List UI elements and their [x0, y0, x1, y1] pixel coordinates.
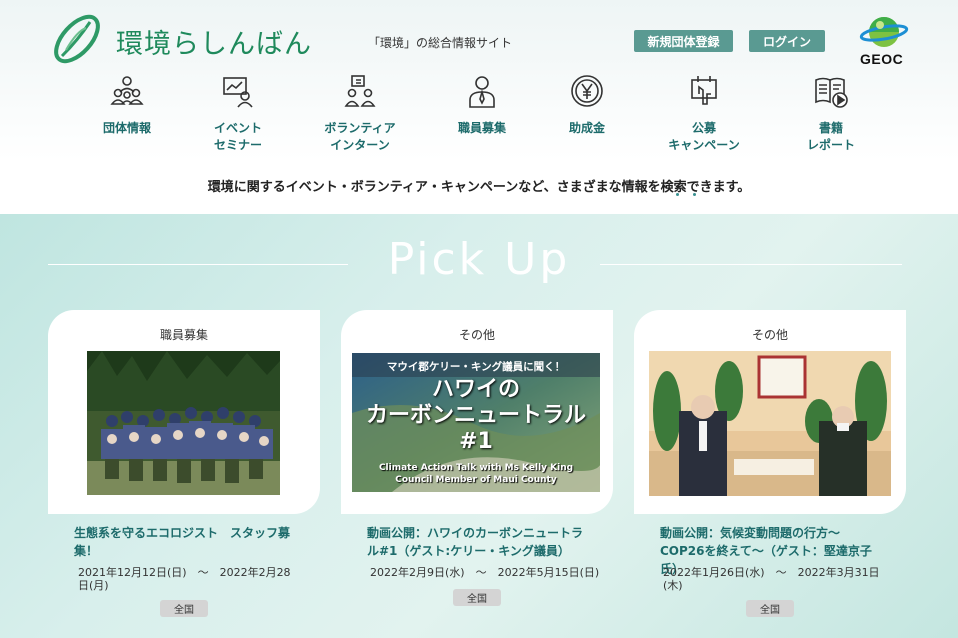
card-category: 職員募集: [159, 328, 208, 342]
site-logo[interactable]: 環境らしんばん: [48, 10, 358, 68]
staff-icon: [469, 76, 495, 108]
carousel-dots: [676, 193, 696, 199]
card-title-link[interactable]: 生態系を守るエコロジスト スタッフ募集！: [74, 524, 294, 560]
site-description: 環境に関するイベント・ボランティア・キャンペーンなど、さまざまな情報を検索できま…: [207, 180, 751, 195]
hawaii-video-thumbnail[interactable]: マウイ郡ケリー・キング議員に聞く！ ハワイの カーボンニュートラル #1 Cli…: [352, 353, 600, 492]
thumbnail-title-line3: #1: [459, 429, 493, 454]
site-header: 環境らしんばん 「環境」の総合情報サイト 新規団体登録 ログイン GEOC 団体…: [0, 0, 958, 214]
nav-item-volunteer[interactable]: ボランティア インターン: [305, 74, 415, 154]
campaign-icon: [691, 76, 717, 105]
card-title-link[interactable]: 動画公開：ハワイのカーボンニュートラル#1（ゲスト:ケリー・キング議員）: [367, 524, 587, 560]
group-icon: [110, 76, 144, 105]
interview-photo-image[interactable]: [649, 351, 891, 496]
nav-item-books-reports[interactable]: 書籍 レポート: [776, 74, 886, 154]
pickup-card-staff[interactable]: 職員募集: [48, 310, 320, 514]
thumbnail-subtitle-2: Council Member of Maui County: [395, 475, 557, 485]
nav-item-campaigns[interactable]: 公募 キャンペーン: [649, 74, 759, 154]
nav-item-events[interactable]: イベント セミナー: [183, 74, 293, 154]
carousel-dot[interactable]: [676, 193, 679, 196]
logo-text: 環境らしんばん: [116, 29, 312, 60]
site-tagline: 「環境」の総合情報サイト: [368, 36, 513, 50]
region-badge: 全国: [746, 600, 794, 617]
region-badge: 全国: [160, 600, 208, 617]
nav-label: イベント セミナー: [213, 121, 262, 152]
thumbnail-heading: マウイ郡ケリー・キング議員に聞く！: [386, 361, 566, 373]
leaf-logo-icon: [54, 14, 100, 64]
nav-label: 書籍 レポート: [806, 121, 855, 152]
pickup-card-hawaii-video[interactable]: その他 マウイ郡ケリー・キング議員に聞く！ ハワイの カーボンニュートラル #1…: [341, 310, 613, 514]
nav-label: 公募 キャンペーン: [668, 121, 740, 152]
card-date-range: 2021年12月12日(日) ～ 2022年2月28日(月): [78, 566, 291, 592]
nav-label: 助成金: [568, 121, 605, 135]
card-date-range: 2022年1月26日(水) ～ 2022年3月31日(木): [663, 566, 880, 592]
nav-label: ボランティア インターン: [324, 121, 396, 152]
group-photo-image[interactable]: [87, 351, 280, 495]
carousel-dot[interactable]: [693, 193, 696, 196]
region-badge: 全国: [453, 589, 501, 606]
register-organization-button[interactable]: 新規団体登録: [634, 30, 733, 52]
thumbnail-title-line2: カーボンニュートラル: [365, 403, 586, 428]
thumbnail-title-line1: ハワイの: [431, 377, 520, 402]
nav-label: 団体情報: [102, 121, 151, 135]
login-button[interactable]: ログイン: [749, 30, 825, 52]
nav-item-organizations[interactable]: 団体情報: [72, 74, 182, 137]
main-navigation: 団体情報 イベント セミナー ボランティア インターン 職員募集 助成金 公募 …: [0, 74, 958, 164]
pickup-heading: Pick Up: [387, 234, 571, 285]
yen-coin-icon: [571, 75, 603, 107]
card-date-range: 2022年2月9日(水) ～ 2022年5月15日(日): [370, 566, 600, 579]
thumbnail-subtitle-1: Climate Action Talk with Ms Kelly King: [378, 463, 574, 473]
nav-label: 職員募集: [457, 121, 506, 135]
volunteer-icon: [344, 75, 376, 107]
book-report-icon: [815, 77, 848, 108]
card-category: その他: [751, 328, 788, 342]
pickup-card-cop26-video[interactable]: その他: [634, 310, 906, 514]
nav-item-staff-recruitment[interactable]: 職員募集: [427, 74, 537, 137]
seminar-icon: [223, 77, 253, 108]
geoc-logo-text: GEOC: [860, 51, 904, 67]
nav-item-grants[interactable]: 助成金: [532, 74, 642, 137]
card-category: その他: [458, 328, 495, 342]
